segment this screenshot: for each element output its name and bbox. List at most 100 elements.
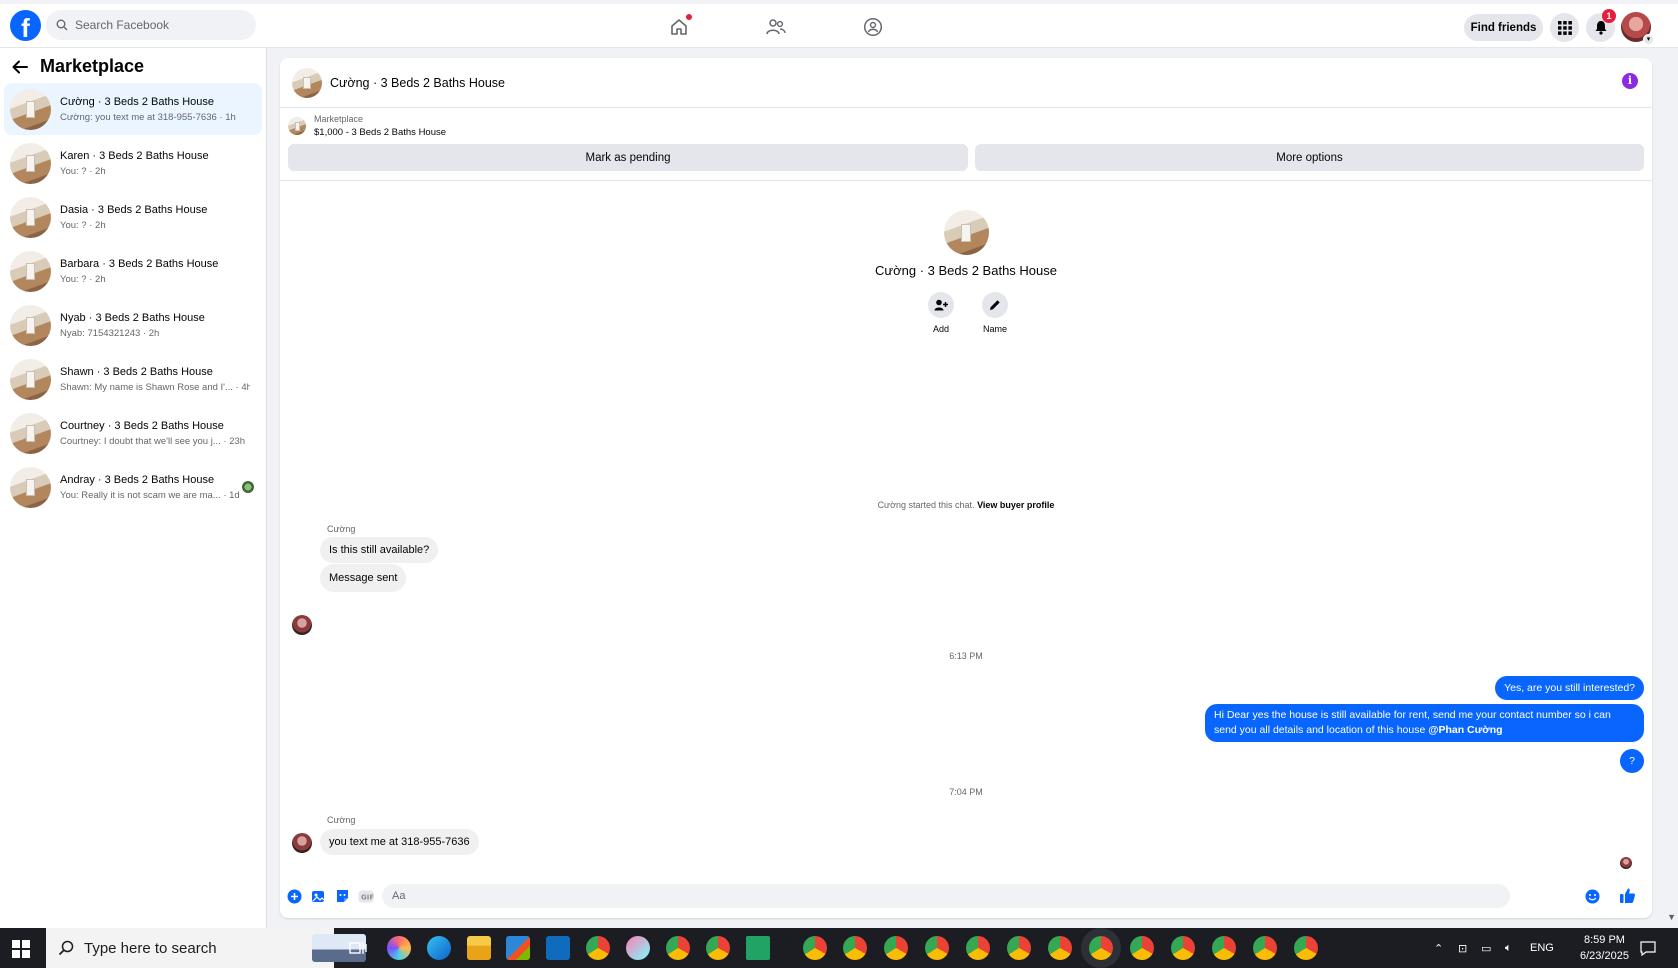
taskbar-search-box[interactable]: Type here to search [46,928,366,968]
conversation-thumbnail [10,196,51,238]
conversation-name: Barbara · 3 Beds 2 Baths House [60,257,219,270]
edge-browser-icon[interactable] [427,936,451,960]
copilot-app-icon[interactable] [387,936,411,960]
network-tray-icon[interactable]: ▭ [1481,928,1491,968]
pencil-icon [990,300,1000,310]
mark-as-pending-button[interactable]: Mark as pending [288,144,968,171]
edit-name-button[interactable]: Name [979,292,1011,334]
file-explorer-icon[interactable] [467,936,491,960]
chat-profile-summary: Cường · 3 Beds 2 Baths House [280,210,1652,278]
camera-tray-icon[interactable]: ⊡ [1458,928,1467,968]
clock-date: 6/23/2025 [1580,950,1629,962]
mention-tag[interactable]: @Phan Cường [1428,724,1502,736]
emoji-button[interactable] [1584,888,1600,904]
start-button[interactable] [12,940,30,958]
like-button[interactable] [1618,886,1636,904]
info-icon[interactable]: i [1622,73,1638,89]
more-actions-button[interactable] [286,888,302,904]
find-friends-button[interactable]: Find friends [1464,14,1543,41]
attach-photo-button[interactable] [310,888,326,904]
chrome-window-icon[interactable] [1130,936,1154,960]
conversation-name: Nyab · 3 Beds 2 Baths House [60,311,205,324]
menu-button[interactable] [1550,13,1579,42]
message-input[interactable]: Aa [382,884,1510,908]
volume-tray-icon[interactable]: 🔈︎ [1505,928,1512,968]
message-bubble-incoming[interactable]: Message sent [320,564,407,592]
chat-profile-thumbnail[interactable] [943,210,989,255]
conversation-text: Andray · 3 Beds 2 Baths House You: Really… [60,474,250,501]
conversation-text: Karen · 3 Beds 2 Baths House You: ? · 2h [60,150,250,177]
conversation-item[interactable]: Cường · 3 Beds 2 Baths House Cường: you t… [4,83,262,135]
back-arrow-icon[interactable] [12,60,28,74]
conversation-item[interactable]: Courtney · 3 Beds 2 Baths House Courtney:… [4,407,262,459]
add-contact-button[interactable]: Add [925,292,957,334]
search-facebook-input[interactable]: Search Facebook [46,10,256,40]
sender-avatar[interactable] [292,833,312,853]
message-bubble-outgoing[interactable]: Yes, are you still interested? [1495,676,1644,700]
microsoft-store-icon[interactable] [506,936,530,960]
tray-expand-chevron-icon[interactable]: ⌃ [1434,928,1443,968]
conversation-thumbnail [10,358,51,400]
language-indicator[interactable]: ENG [1530,928,1554,968]
chrome-window-icon[interactable] [1294,936,1318,960]
task-view-button[interactable] [346,936,370,960]
friends-nav-button[interactable] [765,16,787,38]
view-buyer-profile-link[interactable]: View buyer profile [977,500,1054,510]
chat-header: Cường · 3 Beds 2 Baths House i [280,58,1652,108]
task-view-icon [349,942,367,954]
message-bubble-incoming[interactable]: Is this still available? [320,537,439,563]
chrome-window-icon[interactable] [1171,936,1195,960]
conversation-item[interactable]: Andray · 3 Beds 2 Baths House You: Really… [4,461,262,513]
chrome-window-icon[interactable] [843,936,867,960]
message-timestamp: 6:13 PM [949,651,983,661]
message-input-placeholder: Aa [392,890,406,902]
conversation-item[interactable]: Barbara · 3 Beds 2 Baths House You: ? · 2… [4,245,262,297]
gif-icon: GIF [358,890,374,902]
notifications-button[interactable]: 1 [1586,9,1616,42]
groups-nav-button[interactable] [862,16,884,38]
account-chevron-icon[interactable]: ▾ [1643,34,1654,45]
chrome-window-icon[interactable] [1007,936,1031,960]
gif-button[interactable]: GIF [358,888,374,904]
message-bubble-outgoing[interactable]: ? [1620,749,1644,773]
chrome-window-icon[interactable] [925,936,949,960]
notification-center-icon[interactable] [1640,928,1656,968]
chrome-profile-icon[interactable] [706,936,730,960]
listing-summary[interactable]: Marketplace $1,000 - 3 Beds 2 Baths Hous… [288,114,446,138]
scrollbar-down-arrow[interactable]: ▼ [1667,912,1676,922]
message-bubble-outgoing[interactable]: Hi Dear yes the house is still available… [1205,704,1644,742]
sender-avatar[interactable] [292,615,312,635]
conversation-thumbnail [10,412,51,454]
chat-bubble-icon [1640,940,1656,956]
chrome-icon[interactable] [586,936,610,960]
conversation-preview: You: Really it is not scam we are ma... … [60,489,240,501]
chrome-window-icon-active[interactable] [1089,936,1113,960]
chat-header-thumbnail[interactable] [292,67,322,98]
header-divider [280,180,1652,181]
home-nav-button[interactable] [668,14,692,38]
conversation-item[interactable]: Dasia · 3 Beds 2 Baths House You: ? · 2h [4,191,262,243]
outlook-icon[interactable] [546,936,570,960]
conversation-name: Karen · 3 Beds 2 Baths House [60,149,209,162]
conversation-item[interactable]: Shawn · 3 Beds 2 Baths House Shawn: My na… [4,353,262,405]
chrome-window-icon[interactable] [1212,936,1236,960]
message-bubble-incoming[interactable]: you text me at 318-955-7636 [320,829,479,855]
conversation-item[interactable]: Karen · 3 Beds 2 Baths House You: ? · 2h [4,137,262,189]
conversation-item[interactable]: Nyab · 3 Beds 2 Baths House Nyab: 7154321… [4,299,262,351]
chrome-profile-icon[interactable] [666,936,690,960]
taskbar-clock[interactable]: 8:59 PM 6/23/2025 [1580,932,1629,964]
grid-menu-icon [1557,20,1572,35]
chrome-window-icon[interactable] [966,936,990,960]
friends-icon [766,19,786,35]
sticker-button[interactable] [334,888,350,904]
chrome-window-icon[interactable] [803,936,827,960]
chat-title[interactable]: Cường · 3 Beds 2 Baths House [330,76,505,90]
sheets-app-icon[interactable] [746,936,770,960]
paint-app-icon[interactable] [626,936,650,960]
chrome-window-icon[interactable] [1253,936,1277,960]
facebook-logo[interactable]: f [10,10,41,41]
chrome-window-icon[interactable] [884,936,908,960]
more-options-button[interactable]: More options [975,144,1644,171]
chrome-window-icon[interactable] [1048,936,1072,960]
windows-taskbar: Type here to search ⌃ ⊡ ▭ 🔈︎ ENG 8:59 PM… [0,928,1678,968]
